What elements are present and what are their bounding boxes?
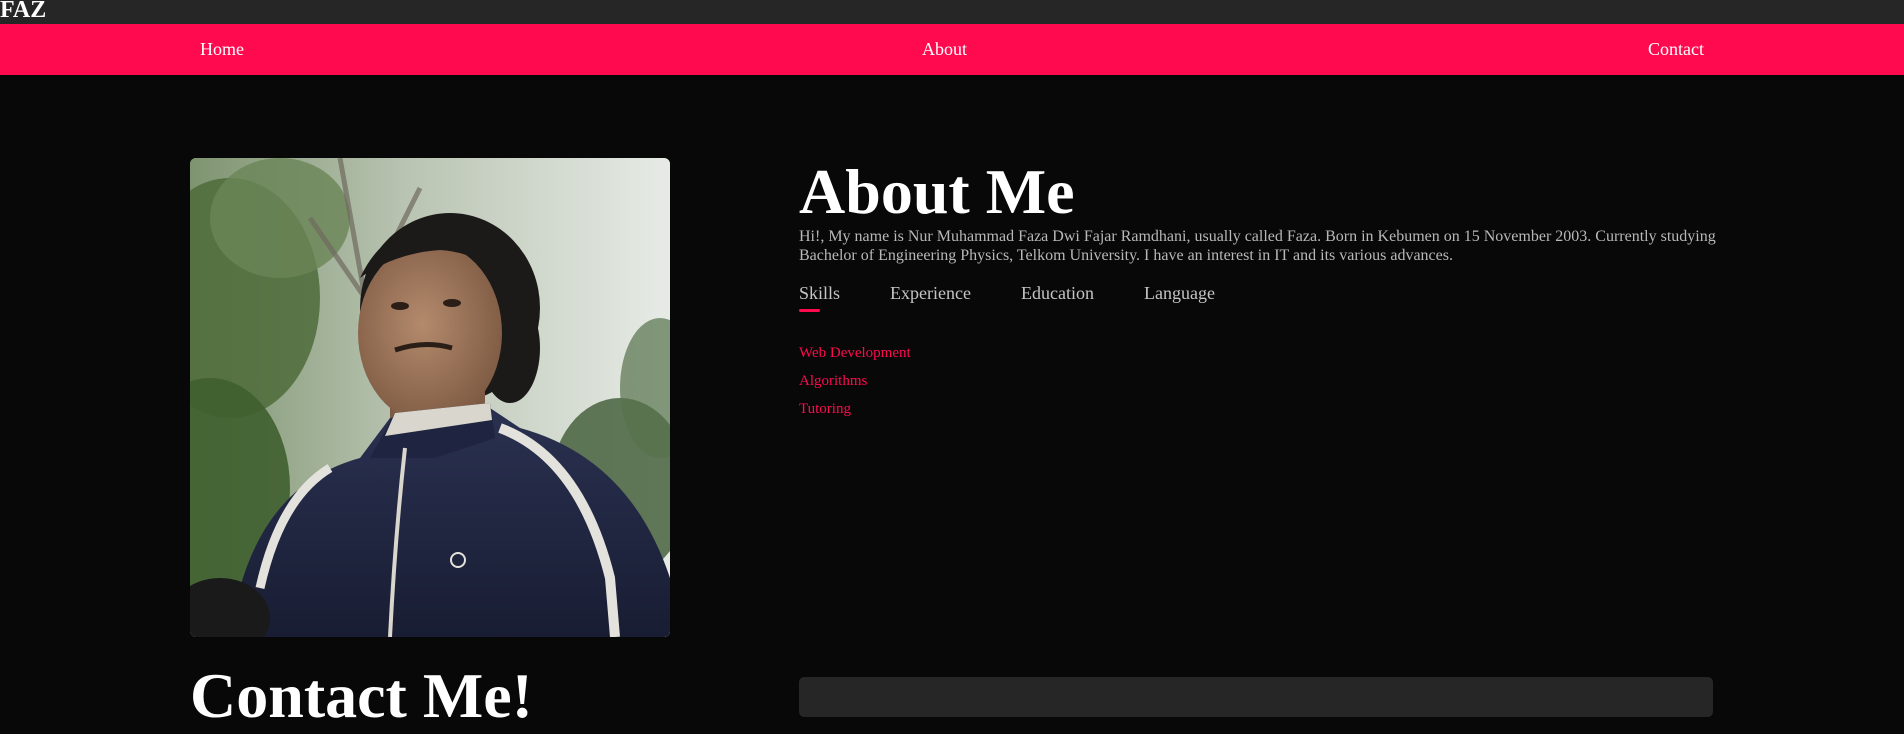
site-logo[interactable]: FAZ (0, 0, 46, 22)
contact-title: Contact Me! (190, 660, 533, 731)
tab-language[interactable]: Language (1144, 283, 1215, 303)
nav-about-link[interactable]: About (922, 24, 967, 75)
main-nav: Home About Contact (0, 24, 1904, 75)
profile-photo (190, 158, 670, 637)
nav-contact-link[interactable]: Contact (1648, 24, 1704, 75)
skill-item: Tutoring (799, 401, 851, 417)
active-tab-indicator (799, 309, 820, 312)
top-bar: FAZ (0, 0, 1904, 24)
about-title: About Me (799, 156, 1075, 227)
nav-home-link[interactable]: Home (200, 24, 244, 75)
tab-skills[interactable]: Skills (799, 283, 840, 303)
skill-item: Web Development (799, 345, 911, 361)
tab-education[interactable]: Education (1021, 283, 1094, 303)
contact-form-panel (799, 677, 1713, 717)
skill-item: Algorithms (799, 373, 868, 389)
tab-experience[interactable]: Experience (890, 283, 971, 303)
about-description: Hi!, My name is Nur Muhammad Faza Dwi Fa… (799, 228, 1716, 264)
